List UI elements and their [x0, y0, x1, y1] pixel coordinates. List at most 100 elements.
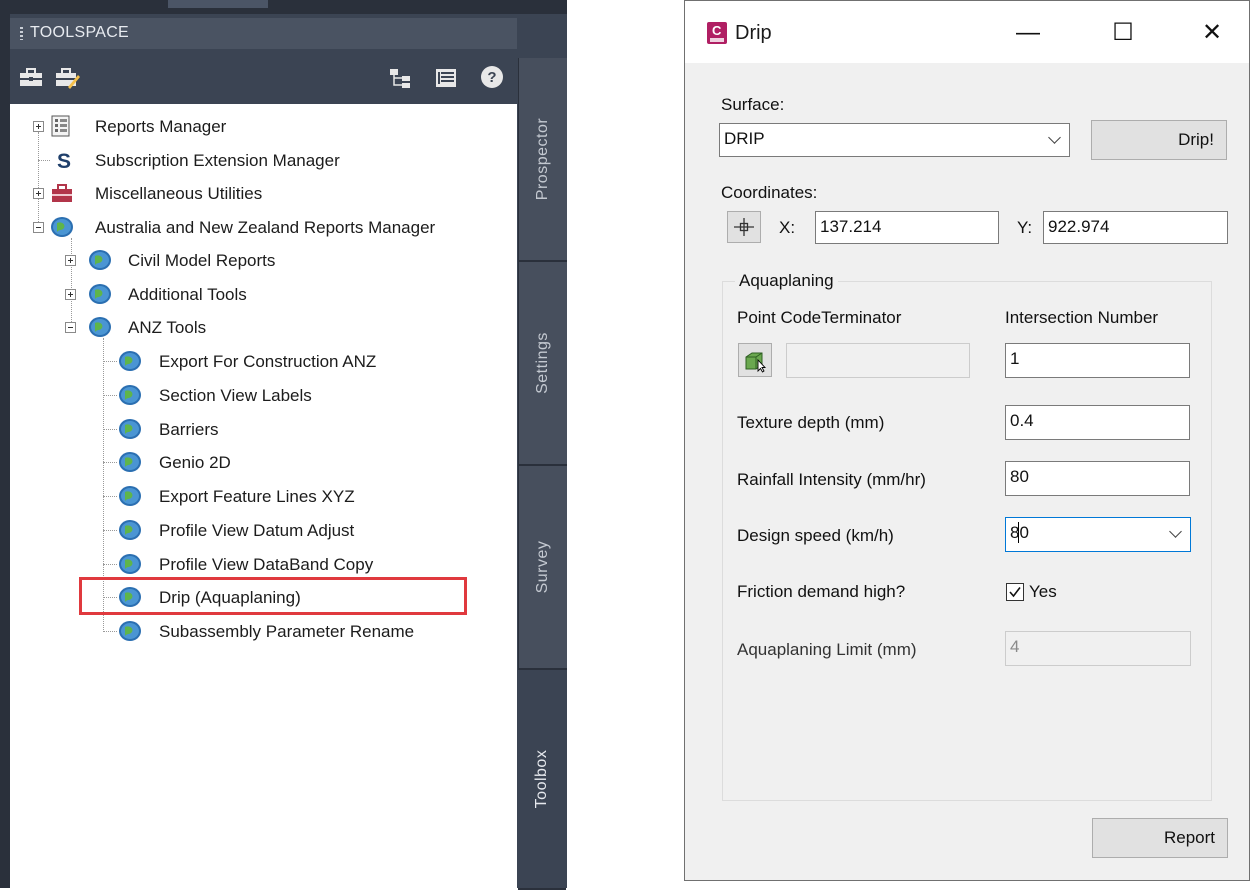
tree-view-icon[interactable] — [388, 66, 414, 90]
tree-item-miscellaneous-utilities[interactable]: Miscellaneous Utilities — [28, 179, 428, 207]
tree-item-profile-view-databand-copy[interactable]: Profile View DataBand Copy — [118, 550, 498, 578]
tree-item-label: Civil Model Reports — [128, 251, 276, 270]
point-code-terminator-label: Point CodeTerminator — [737, 308, 902, 327]
tree-item-label: Profile View Datum Adjust — [159, 521, 355, 540]
toolspace-toolbar: ? — [10, 52, 517, 102]
tree-line — [103, 496, 117, 497]
aquaplaning-limit-output: 4 — [1005, 631, 1191, 666]
tab-prospector[interactable]: Prospector — [518, 58, 567, 262]
expand-icon[interactable] — [33, 121, 44, 132]
report-button[interactable]: Report — [1092, 818, 1228, 858]
tree-item-civil-model-reports[interactable]: Civil Model Reports — [58, 246, 458, 274]
item-view-icon[interactable] — [434, 66, 460, 90]
tree-line — [103, 530, 117, 531]
maximize-button[interactable]: ☐ — [1100, 15, 1146, 51]
tree-item-reports-manager[interactable]: Reports Manager — [28, 112, 428, 140]
texture-depth-label: Texture depth (mm) — [737, 413, 885, 432]
reports-icon — [51, 115, 70, 137]
civil3d-app-icon: C — [707, 22, 727, 44]
globe-icon — [89, 250, 111, 270]
tree-item-barriers[interactable]: Barriers — [118, 415, 498, 443]
chevron-down-icon[interactable] — [1169, 525, 1182, 538]
tree-item-label: Australia and New Zealand Reports Manage… — [95, 218, 436, 237]
tree-item-label: Miscellaneous Utilities — [95, 184, 263, 203]
svg-text:?: ? — [487, 69, 496, 86]
design-speed-combobox[interactable]: 80 — [1005, 517, 1191, 552]
design-speed-value: 80 — [1010, 523, 1029, 542]
globe-icon — [119, 351, 141, 371]
pick-point-button[interactable] — [727, 211, 761, 243]
tree-item-label: Barriers — [159, 420, 219, 439]
drip-button[interactable]: Drip! — [1091, 120, 1227, 160]
point-code-input — [786, 343, 970, 378]
pick-object-button[interactable] — [738, 343, 772, 377]
tree-item-export-feature-lines-xyz[interactable]: Export Feature Lines XYZ — [118, 482, 498, 510]
tree-item-export-for-construction-anz[interactable]: Export For Construction ANZ — [118, 347, 498, 375]
close-button[interactable]: ✕ — [1189, 15, 1235, 51]
globe-icon — [119, 621, 141, 641]
tree-item-label: Profile View DataBand Copy — [159, 555, 374, 574]
surface-label: Surface: — [721, 95, 785, 114]
tree-line — [103, 631, 117, 632]
tree-item-label: Additional Tools — [128, 285, 247, 304]
dialog-title: Drip — [735, 22, 772, 44]
x-coordinate-input[interactable]: 137.214 — [815, 211, 999, 244]
toolspace-top-strip — [10, 0, 567, 14]
tree-item-label: Export For Construction ANZ — [159, 352, 377, 371]
chevron-down-icon[interactable] — [1048, 131, 1061, 144]
minimize-button[interactable]: — — [1005, 15, 1051, 51]
aquaplaning-limit-label: Aquaplaning Limit (mm) — [737, 640, 917, 659]
tree-item-label: Reports Manager — [95, 117, 227, 136]
tree-item-label: Section View Labels — [159, 386, 312, 405]
tree-item-subscription-extension-manager[interactable]: S Subscription Extension Manager — [28, 146, 428, 174]
rainfall-intensity-input[interactable]: 80 — [1005, 461, 1190, 496]
tree-item-anz-reports-manager[interactable]: Australia and New Zealand Reports Manage… — [28, 213, 508, 241]
checkmark-icon — [1009, 587, 1021, 598]
toolbox-icon — [52, 184, 72, 202]
tree-item-label: Export Feature Lines XYZ — [159, 487, 355, 506]
tab-settings[interactable]: Settings — [518, 262, 567, 466]
svg-text:S: S — [57, 150, 71, 171]
tree-item-subassembly-parameter-rename[interactable]: Subassembly Parameter Rename — [118, 617, 498, 645]
globe-icon — [119, 452, 141, 472]
tree-item-genio-2d[interactable]: Genio 2D — [118, 448, 498, 476]
expand-icon[interactable] — [65, 289, 76, 300]
text-cursor — [1018, 522, 1019, 543]
coordinates-label: Coordinates: — [721, 183, 818, 202]
tree-item-anz-tools[interactable]: ANZ Tools — [58, 313, 458, 341]
surface-combobox[interactable]: DRIP — [719, 123, 1070, 157]
globe-icon — [51, 217, 73, 237]
intersection-number-input[interactable]: 1 — [1005, 343, 1190, 378]
highlight-annotation-box — [79, 577, 467, 615]
crosshair-icon — [734, 218, 754, 236]
y-coordinate-input[interactable]: 922.974 — [1043, 211, 1228, 244]
y-label: Y: — [1017, 218, 1033, 237]
toolspace-title: TOOLSPACE — [30, 24, 130, 41]
toolspace-left-edge — [0, 0, 10, 888]
friction-demand-checkbox[interactable] — [1006, 583, 1024, 601]
expand-icon[interactable] — [33, 188, 44, 199]
help-icon[interactable]: ? — [480, 65, 506, 89]
aquaplaning-group-title: Aquaplaning — [735, 271, 838, 291]
rainfall-intensity-label: Rainfall Intensity (mm/hr) — [737, 470, 926, 489]
edit-toolbox-icon[interactable] — [54, 65, 80, 89]
surface-value: DRIP — [724, 129, 765, 148]
tree-item-profile-view-datum-adjust[interactable]: Profile View Datum Adjust — [118, 516, 498, 544]
collapse-icon[interactable] — [65, 322, 76, 333]
tree-item-label: Subscription Extension Manager — [95, 151, 340, 170]
expand-icon[interactable] — [65, 255, 76, 266]
texture-depth-input[interactable]: 0.4 — [1005, 405, 1190, 440]
tree-item-section-view-labels[interactable]: Section View Labels — [118, 381, 498, 409]
tab-survey[interactable]: Survey — [518, 466, 567, 670]
tab-toolbox[interactable]: Toolbox — [518, 670, 566, 890]
friction-demand-yes-label[interactable]: Yes — [1029, 582, 1057, 602]
grip-icon[interactable] — [20, 27, 23, 40]
intersection-number-label: Intersection Number — [1005, 308, 1159, 327]
collapse-icon[interactable] — [33, 222, 44, 233]
tree-item-label: Genio 2D — [159, 453, 231, 472]
select-object-icon — [745, 352, 767, 373]
friction-demand-label: Friction demand high? — [737, 582, 906, 601]
tree-item-additional-tools[interactable]: Additional Tools — [58, 280, 458, 308]
toolbox-icon[interactable] — [18, 65, 44, 89]
globe-icon — [89, 284, 111, 304]
